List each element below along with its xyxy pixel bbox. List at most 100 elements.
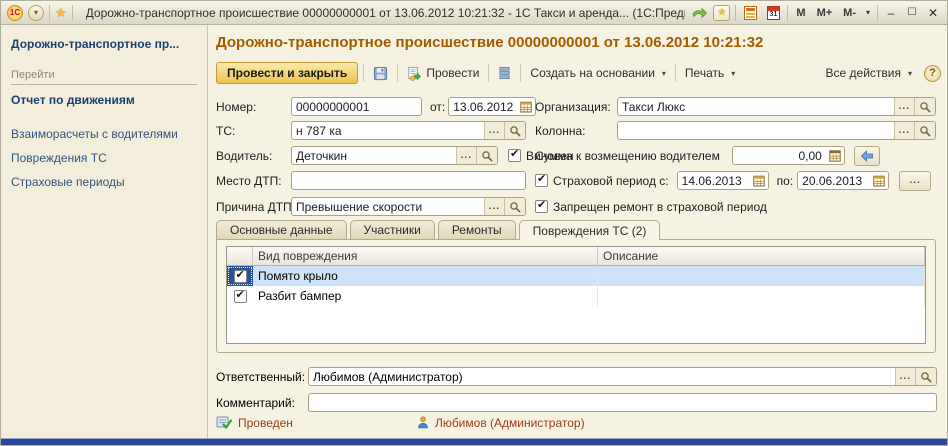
print-button[interactable]: Печать▾ (681, 64, 739, 82)
damage-type-cell[interactable]: Разбит бампер (253, 286, 598, 306)
number-label: Номер: (216, 100, 291, 114)
sidebar: Дорожно-транспортное пр... Перейти Отчет… (1, 25, 208, 438)
all-actions-button[interactable]: Все действия▾ (822, 64, 916, 82)
sidebar-item-insurance-periods[interactable]: Страховые периоды (11, 175, 197, 189)
comment-label: Комментарий: (216, 396, 308, 410)
insurance-period-label: Страховой период с: (553, 174, 669, 188)
responsible-field[interactable]: Любимов (Администратор) ... (308, 367, 937, 386)
help-button[interactable]: ? (924, 65, 941, 82)
current-user: Любимов (Администратор) (417, 416, 585, 430)
choose-button[interactable]: ... (484, 198, 504, 215)
minimize-button[interactable]: – (883, 6, 899, 20)
insurance-to-field[interactable]: 20.06.2013 (797, 171, 889, 190)
memory-m-minus-button[interactable]: M- (840, 7, 859, 19)
divider (11, 84, 197, 85)
favorites-star-icon[interactable]: ★ (55, 5, 67, 21)
tab-repairs[interactable]: Ремонты (438, 220, 516, 239)
accident-place-label: Место ДТП: (216, 174, 291, 188)
accident-reason-field[interactable]: Превышение скорости ... (291, 197, 526, 216)
damage-type-column-header[interactable]: Вид повреждения (253, 247, 598, 265)
organization-label: Организация: (535, 100, 617, 114)
insurance-more-button[interactable]: ... (899, 171, 931, 191)
table-empty-area[interactable] (227, 306, 925, 343)
row-checkbox[interactable] (234, 270, 247, 283)
divider (877, 5, 878, 21)
row-checkbox[interactable] (234, 290, 247, 303)
choose-button[interactable]: ... (456, 147, 476, 164)
open-magnifier-icon[interactable] (476, 147, 497, 164)
divider (49, 5, 50, 21)
description-cell[interactable] (598, 266, 925, 286)
driver-compensation-label: Сумма к возмещению водителем (535, 149, 720, 163)
choose-button[interactable]: ... (894, 98, 914, 115)
sidebar-item-driver-settlements[interactable]: Взаиморасчеты с водителями (11, 127, 197, 141)
description-column-header[interactable]: Описание (598, 247, 925, 265)
accident-place-field[interactable] (291, 171, 526, 190)
tab-vehicle-damages[interactable]: Повреждения ТС (2) (519, 220, 661, 240)
system-menu-button[interactable]: ▾ (28, 5, 44, 21)
open-magnifier-icon[interactable] (504, 122, 525, 139)
insurance-period-checkbox[interactable] (535, 174, 548, 187)
toolbar-overflow-icon[interactable]: ▾ (864, 8, 872, 17)
memory-m-plus-button[interactable]: M+ (814, 7, 836, 19)
app-window: 1С ▾ ★ Дорожно-транспортное происшествие… (0, 0, 948, 446)
row-checkbox-cell[interactable] (227, 266, 253, 286)
post-button[interactable]: Провести (403, 64, 483, 83)
repair-ban-label: Запрещен ремонт в страховой период (553, 200, 767, 214)
memory-m-button[interactable]: M (793, 7, 808, 19)
maximize-button[interactable]: ☐ (904, 7, 920, 18)
tab-participants[interactable]: Участники (350, 220, 435, 239)
repair-ban-checkbox[interactable] (535, 200, 548, 213)
sidebar-document-header[interactable]: Дорожно-транспортное пр... (11, 37, 197, 51)
open-magnifier-icon[interactable] (914, 122, 935, 139)
choose-button[interactable]: ... (894, 122, 914, 139)
choose-button[interactable]: ... (484, 122, 504, 139)
calculator-icon[interactable] (741, 4, 759, 21)
posted-document-icon (216, 415, 232, 430)
fill-back-arrow-button[interactable] (854, 146, 880, 166)
calculator-picker-icon[interactable] (826, 147, 844, 164)
driver-field[interactable]: Деточкин ... (291, 146, 498, 165)
open-magnifier-icon[interactable] (504, 198, 525, 215)
calendar-picker-icon[interactable] (750, 172, 768, 189)
close-button[interactable]: ✕ (925, 6, 941, 20)
date-field[interactable]: 13.06.2012 10:21:32 (448, 97, 536, 116)
calendar-icon[interactable]: 31 (764, 4, 782, 21)
open-magnifier-icon[interactable] (915, 368, 936, 385)
divider (72, 5, 73, 21)
number-field[interactable]: 00000000001 (291, 97, 422, 116)
driver-compensation-field[interactable]: 0,00 (732, 146, 845, 165)
movements-report-button[interactable] (494, 64, 515, 82)
save-button[interactable] (369, 64, 392, 83)
add-favorite-button[interactable]: ★ (713, 5, 730, 21)
checkbox-column-header[interactable] (227, 247, 253, 265)
row-checkbox-cell[interactable] (227, 286, 253, 306)
table-row[interactable]: Разбит бампер (227, 286, 925, 306)
insurance-from-field[interactable]: 14.06.2013 (677, 171, 769, 190)
main-panel: Дорожно-транспортное происшествие 000000… (208, 25, 947, 438)
comment-field[interactable] (308, 393, 937, 412)
create-based-on-button[interactable]: Создать на основании▾ (526, 64, 670, 82)
organization-field[interactable]: Такси Люкс ... (617, 97, 936, 116)
table-row[interactable]: Помято крыло (227, 266, 925, 286)
column-field[interactable]: ... (617, 121, 936, 140)
calendar-picker-icon[interactable] (517, 98, 535, 115)
window-title: Дорожно-транспортное происшествие 000000… (86, 6, 686, 20)
post-and-close-button[interactable]: Провести и закрыть (216, 62, 358, 84)
nav-history-icon[interactable] (690, 4, 708, 21)
date-label: от: (430, 100, 445, 114)
tab-main-data[interactable]: Основные данные (216, 220, 347, 239)
damage-type-cell[interactable]: Помято крыло (253, 266, 598, 286)
guilty-checkbox[interactable] (508, 149, 521, 162)
toolbar: Провести и закрыть Провести Создать на о… (216, 61, 941, 85)
description-cell[interactable] (598, 286, 925, 306)
choose-button[interactable]: ... (895, 368, 915, 385)
sidebar-item-vehicle-damages[interactable]: Повреждения ТС (11, 151, 197, 165)
sidebar-item-movements-report[interactable]: Отчет по движениям (11, 93, 197, 107)
damages-table: Вид повреждения Описание Помято крыло Ра… (226, 246, 926, 344)
vehicle-field[interactable]: н 787 ка ... (291, 121, 526, 140)
calendar-picker-icon[interactable] (870, 172, 888, 189)
page-title: Дорожно-транспортное происшествие 000000… (216, 34, 763, 51)
open-magnifier-icon[interactable] (914, 98, 935, 115)
divider (787, 5, 788, 21)
